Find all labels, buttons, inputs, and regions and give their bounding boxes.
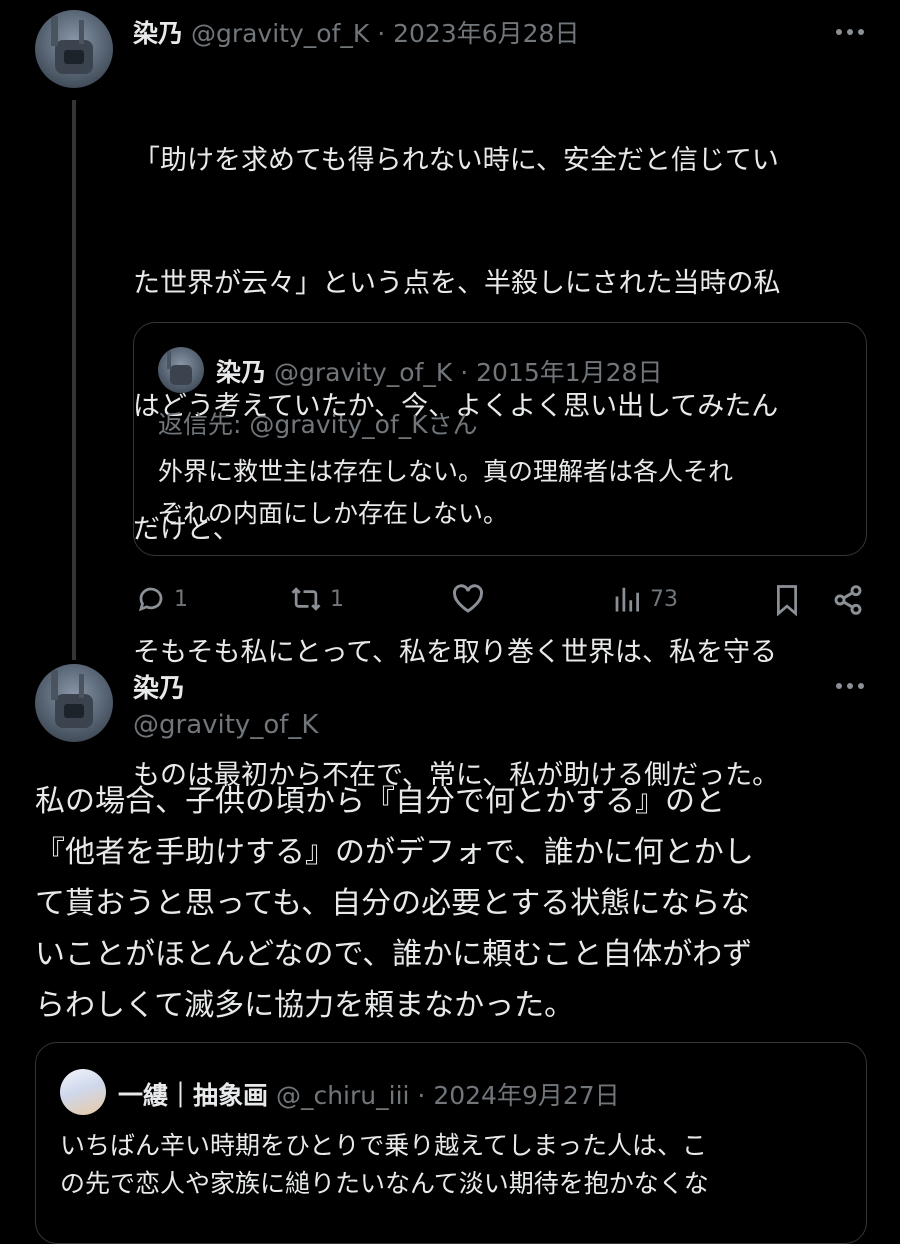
quoted-line: 外界に救世主は存在しない。真の理解者は各人それ — [158, 457, 734, 486]
reply-button[interactable]: 1 — [136, 584, 188, 614]
tweet-line: 『他者を手助けする』のがデフォで、誰かに何とかし — [35, 835, 754, 870]
quoted-date: 2015年1月28日 — [476, 358, 663, 387]
separator-dot: · — [460, 358, 469, 387]
thread-connector-line — [72, 100, 76, 660]
tweet-date[interactable]: 2023年6月28日 — [393, 19, 579, 48]
quoted-avatar — [158, 347, 204, 393]
avatar[interactable] — [35, 10, 113, 88]
avatar[interactable] — [35, 664, 113, 742]
tweet-line: そもそも私にとって、私を取り巻く世界は、私を守る — [133, 637, 777, 668]
more-icon — [836, 29, 842, 35]
share-button[interactable] — [832, 584, 864, 616]
like-button[interactable] — [452, 584, 484, 614]
tweet-line: 私の場合、子供の頃から『自分で何とかする』のと — [35, 784, 725, 819]
quoted-tweet[interactable]: 染乃 @gravity_of_K · 2015年1月28日 返信先: @grav… — [133, 322, 867, 556]
author-handle[interactable]: @gravity_of_K — [191, 19, 369, 48]
author-name[interactable]: 染乃 — [133, 668, 185, 705]
reply-to-label: 返信先: @gravity_of_Kさん — [158, 410, 478, 439]
more-dot — [858, 29, 864, 35]
quoted-date: 2024年9月27日 — [433, 1081, 620, 1110]
tweet-body: 私の場合、子供の頃から『自分で何とかする』のと 『他者を手助けする』のがデフォで… — [35, 776, 880, 1031]
quoted-author-name: 染乃 — [216, 358, 267, 387]
retweet-icon — [291, 587, 321, 611]
retweet-count: 1 — [330, 586, 344, 612]
more-options-button[interactable] — [836, 29, 864, 35]
more-icon — [836, 683, 842, 689]
more-dot — [847, 29, 853, 35]
author-name[interactable]: 染乃 — [133, 19, 183, 48]
quoted-line: の先で恋人や家族に縋りたいなんて淡い期待を抱かなくな — [60, 1169, 709, 1198]
quoted-line: ぞれの内面にしか存在しない。 — [158, 499, 509, 528]
views-count: 73 — [650, 586, 678, 612]
avatar-robot-icon — [51, 16, 93, 74]
views-button[interactable]: 73 — [612, 584, 678, 614]
tweet-header: 染乃 @gravity_of_K · 2023年6月28日 — [133, 14, 579, 50]
quoted-body: 外界に救世主は存在しない。真の理解者は各人それ ぞれの内面にしか存在しない。 — [158, 451, 733, 535]
tweet-line: た世界が云々」という点を、半殺しにされた当時の私 — [133, 268, 781, 299]
quoted-header: 染乃 @gravity_of_K · 2015年1月28日 — [216, 353, 662, 389]
bookmark-icon — [777, 585, 797, 616]
quoted-author-handle: @gravity_of_K — [273, 358, 453, 387]
avatar-robot-icon — [167, 351, 192, 385]
quoted-tweet[interactable]: 一縷｜抽象画 @_chiru_iii · 2024年9月27日 いちばん辛い時期… — [35, 1042, 867, 1244]
author-handle[interactable]: @gravity_of_K — [133, 710, 318, 740]
views-icon — [615, 587, 639, 612]
tweet-line: らわしくて滅多に協力を頼まなかった。 — [35, 988, 575, 1023]
retweet-button[interactable]: 1 — [290, 584, 344, 614]
quoted-body: いちばん辛い時期をひとりで乗り越えてしまった人は、こ の先で恋人や家族に縋りたい… — [60, 1127, 709, 1203]
quoted-line: いちばん辛い時期をひとりで乗り越えてしまった人は、こ — [60, 1131, 708, 1160]
quoted-header: 一縷｜抽象画 @_chiru_iii · 2024年9月27日 — [118, 1076, 620, 1112]
more-dot — [858, 683, 864, 689]
separator-dot: · — [377, 19, 386, 48]
heart-icon — [453, 584, 483, 613]
reply-count: 1 — [174, 586, 188, 612]
more-dot — [847, 683, 853, 689]
more-options-button[interactable] — [836, 683, 864, 689]
quoted-author-name: 一縷｜抽象画 — [118, 1081, 269, 1110]
quoted-avatar — [60, 1069, 106, 1115]
separator-dot: · — [417, 1081, 426, 1110]
tweet-line: いことがほとんどなので、誰かに頼むこと自体がわず — [35, 937, 753, 972]
reply-icon — [138, 587, 163, 612]
tweet-line: て貰おうと思っても、自分の必要とする状態にならな — [35, 886, 751, 921]
share-icon — [834, 585, 862, 615]
bookmark-button[interactable] — [774, 584, 800, 616]
quoted-author-handle: @_chiru_iii — [275, 1081, 410, 1110]
tweet-line: 「助けを求めても得られない時に、安全だと信じてい — [133, 145, 779, 176]
avatar-robot-icon — [51, 670, 93, 728]
